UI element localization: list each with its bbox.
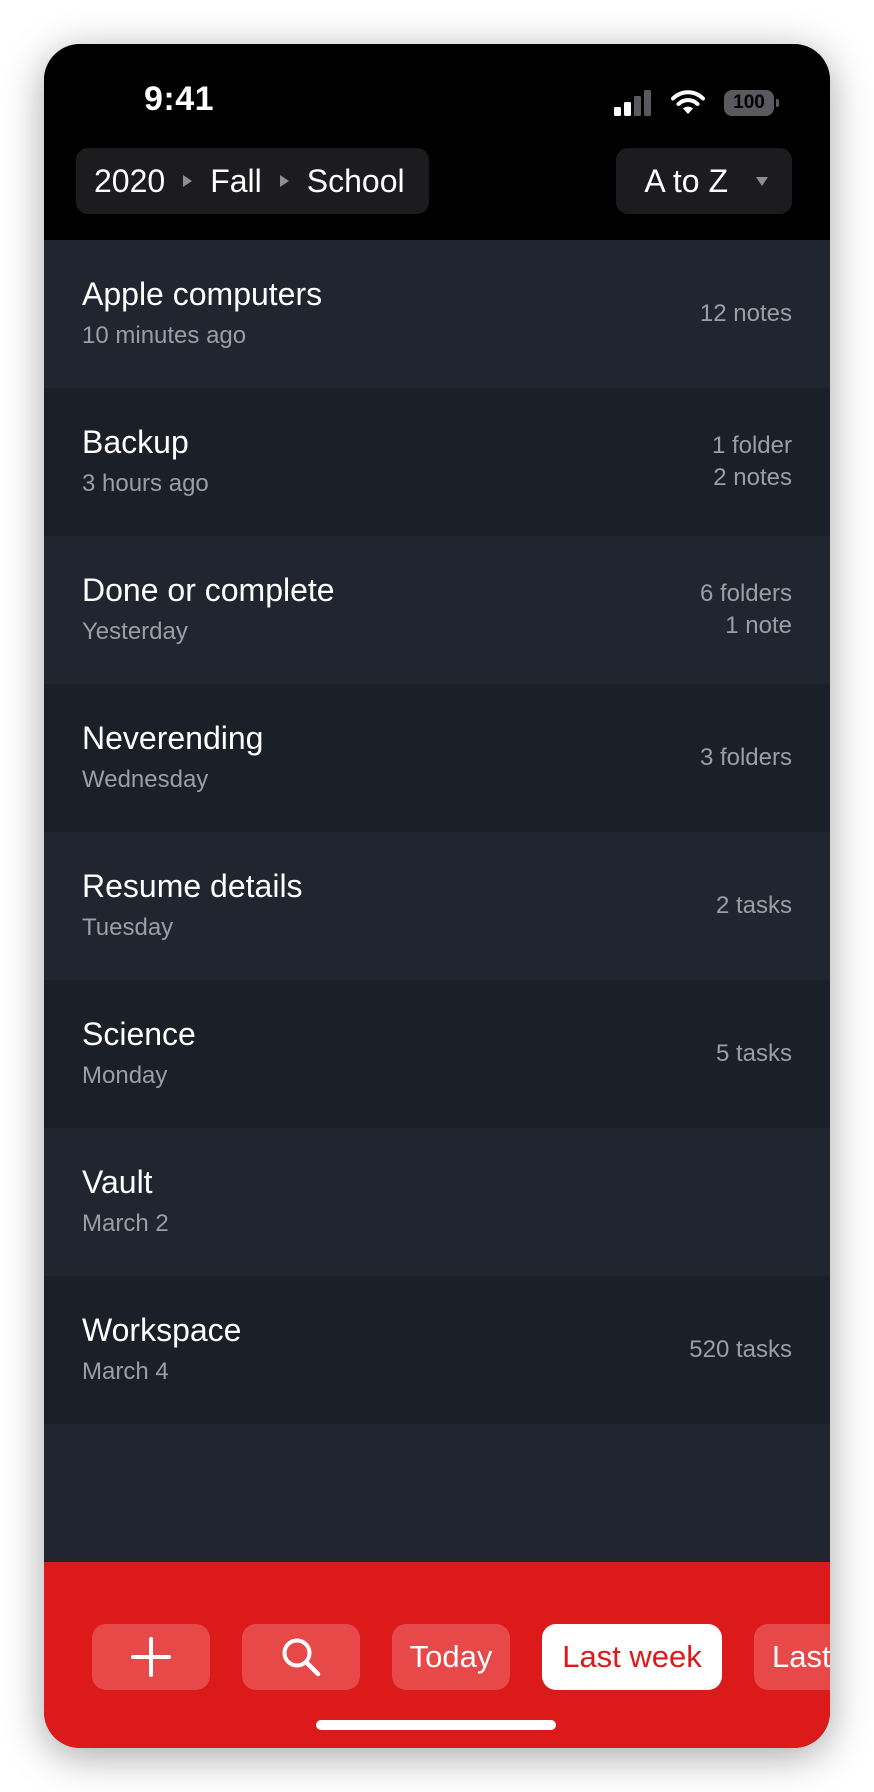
breadcrumb-separator-icon (279, 175, 289, 187)
search-button[interactable] (242, 1624, 360, 1690)
list-item[interactable]: Done or complete Yesterday 6 folders 1 n… (44, 536, 830, 684)
sort-dropdown-label: A to Z (644, 162, 728, 199)
status-icons: 100 (614, 90, 779, 116)
list-item-title: Apple computers (82, 276, 323, 312)
list-item-count: 3 folders (699, 744, 792, 771)
phone-screen: 9:41 100 2020 Fall School A to Z Apple c… (44, 44, 830, 1748)
battery-icon: 100 (724, 90, 779, 116)
filter-last-week-button[interactable]: Last week (542, 1624, 722, 1690)
plus-icon (131, 1637, 171, 1677)
list-item-count: 520 tasks (689, 1336, 792, 1363)
list-item-meta: 3 folders (700, 684, 792, 832)
status-bar: 9:41 100 2020 Fall School A to Z (44, 44, 830, 240)
breadcrumb: 2020 Fall School (76, 148, 429, 214)
list-item-count: 1 note (725, 612, 792, 639)
list-item-title: Science (82, 1016, 196, 1052)
breadcrumb-item-folder[interactable]: School (307, 163, 405, 200)
list-item-meta: 1 folder 2 notes (712, 388, 792, 536)
list-item-meta: 5 tasks (716, 980, 792, 1128)
breadcrumb-separator-icon (183, 175, 193, 187)
list-item-date: 3 hours ago (82, 470, 209, 497)
list-item-count: 12 notes (699, 300, 792, 327)
list-item[interactable]: Workspace March 4 520 tasks (44, 1276, 830, 1424)
list-item[interactable]: Backup 3 hours ago 1 folder 2 notes (44, 388, 830, 536)
list-item[interactable]: Apple computers 10 minutes ago 12 notes (44, 240, 830, 388)
sort-dropdown[interactable]: A to Z (616, 148, 792, 214)
add-button[interactable] (92, 1624, 210, 1690)
list-item[interactable]: Vault March 2 (44, 1128, 830, 1276)
list-item-date: March 2 (82, 1210, 169, 1237)
list-item[interactable]: Neverending Wednesday 3 folders (44, 684, 830, 832)
filter-today-button[interactable]: Today (392, 1624, 510, 1690)
list-item[interactable]: Resume details Tuesday 2 tasks (44, 832, 830, 980)
list-item-date: Yesterday (82, 618, 188, 645)
search-icon (282, 1638, 321, 1677)
list-item-date: March 4 (82, 1358, 169, 1385)
list-item-date: Monday (82, 1062, 168, 1089)
list-item[interactable]: Science Monday 5 tasks (44, 980, 830, 1128)
list-item-count: 6 folders (699, 580, 792, 607)
bottom-toolbar: Today Last week Last (44, 1562, 830, 1748)
list-item-title: Done or complete (82, 572, 335, 608)
list-item-count: 1 folder (711, 432, 792, 459)
list-item-date: Tuesday (82, 914, 174, 941)
list-item-meta: 6 folders 1 note (700, 536, 792, 684)
list-item-count: 2 tasks (715, 892, 792, 919)
list-item-count: 2 notes (713, 464, 792, 491)
list-empty-area (44, 1424, 830, 1564)
cellular-signal-icon (614, 90, 651, 116)
home-indicator[interactable] (316, 1720, 556, 1730)
list-item-title: Neverending (82, 720, 264, 756)
wifi-icon (671, 90, 705, 114)
list-item-date: Wednesday (82, 766, 209, 793)
list-item-count: 5 tasks (715, 1040, 792, 1067)
chevron-down-icon (756, 176, 768, 186)
list-item-title: Resume details (82, 868, 303, 904)
list-item-title: Workspace (82, 1312, 242, 1348)
list-item-meta: 520 tasks (689, 1276, 792, 1424)
list-item-meta: 12 notes (700, 240, 792, 388)
status-time: 9:41 (144, 80, 215, 118)
list-item-meta: 2 tasks (716, 832, 792, 980)
breadcrumb-item-year[interactable]: 2020 (94, 163, 165, 200)
breadcrumb-item-term[interactable]: Fall (210, 163, 262, 200)
filter-last-button[interactable]: Last (754, 1624, 830, 1690)
list-item-date: 10 minutes ago (82, 322, 247, 349)
list-item-title: Backup (82, 424, 189, 460)
folder-list: Apple computers 10 minutes ago 12 notes … (44, 240, 830, 1424)
list-item-title: Vault (82, 1164, 153, 1200)
